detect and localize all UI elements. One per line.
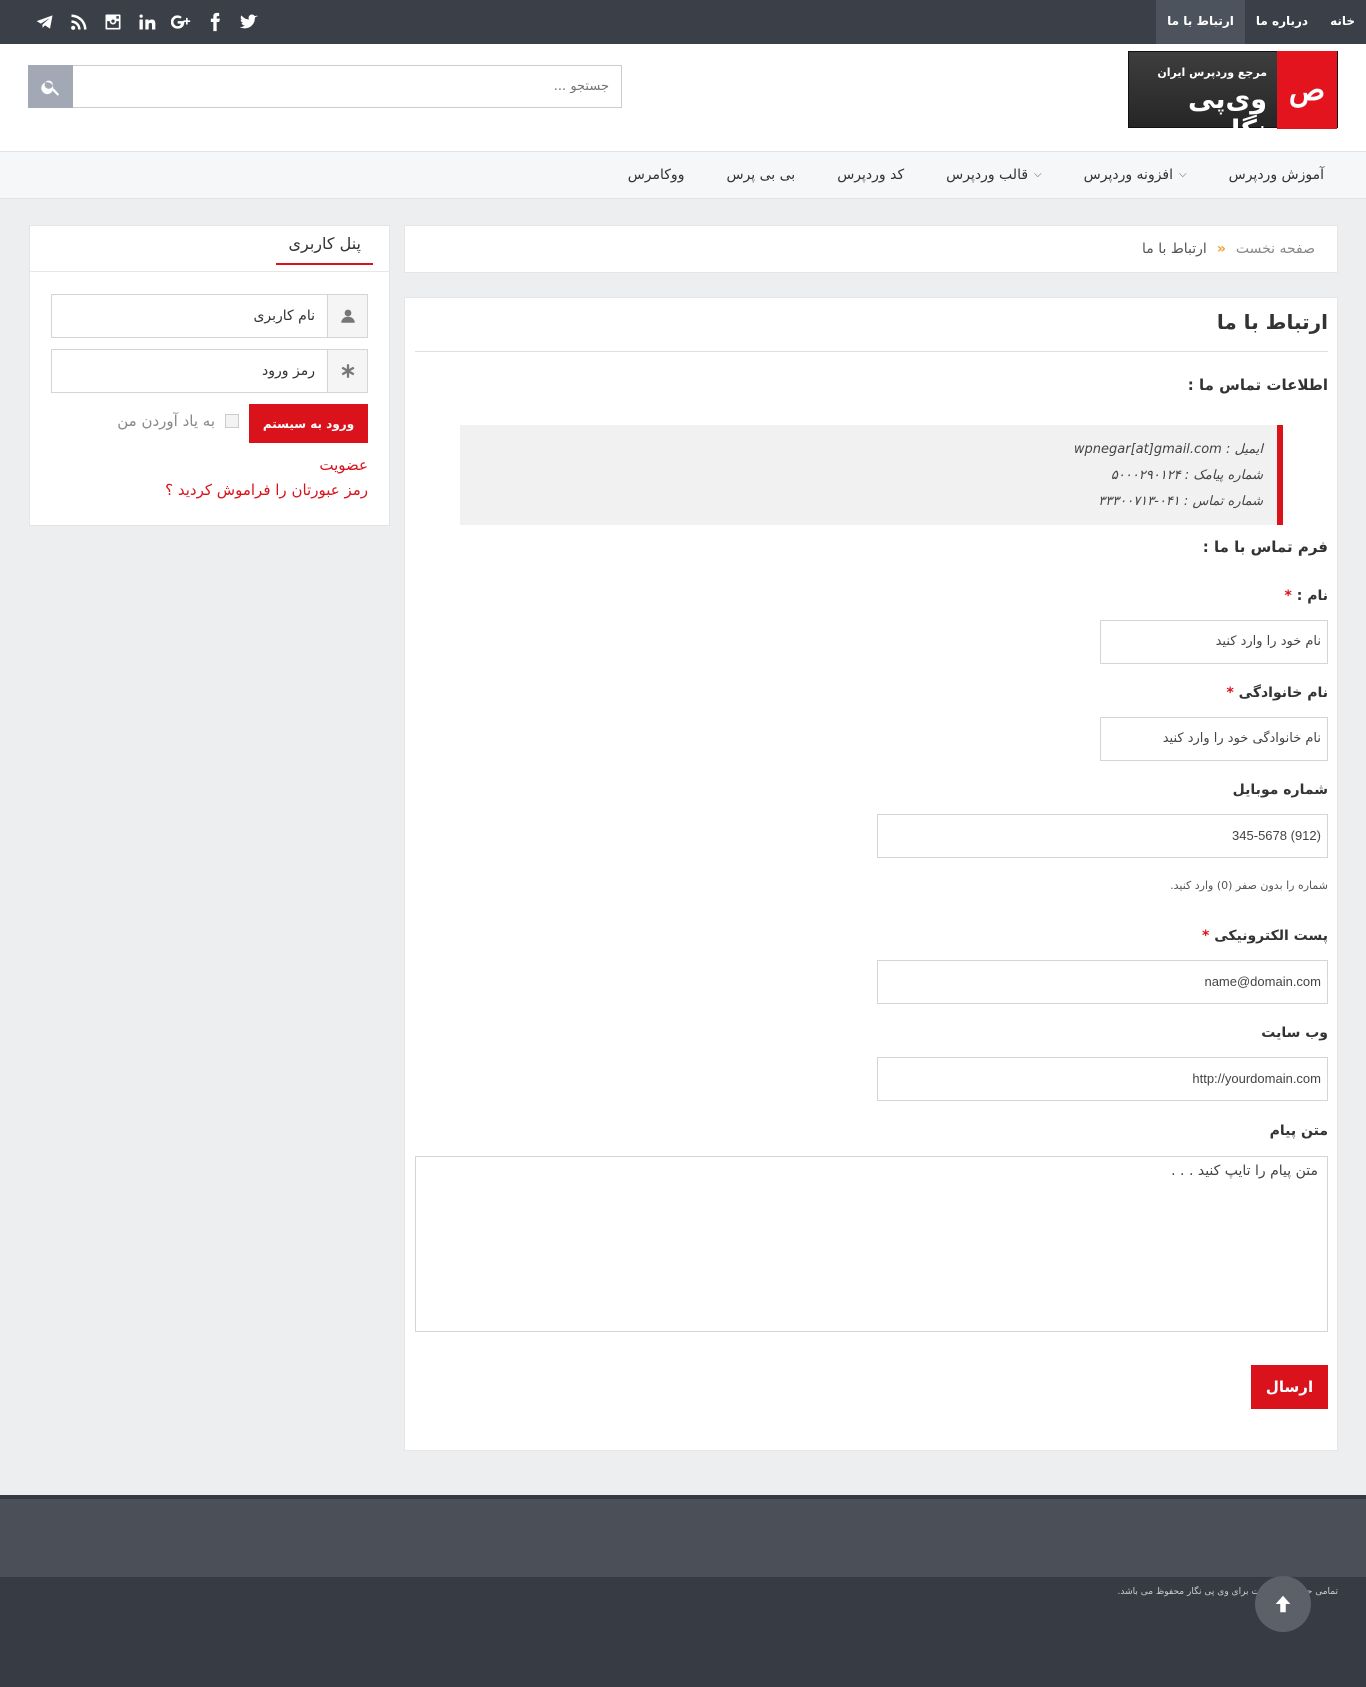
google-plus-icon[interactable]: [170, 11, 192, 33]
login-button[interactable]: ورود به سیستم: [249, 404, 368, 443]
page-title: ارتباط با ما: [1216, 310, 1328, 334]
social-links: [34, 11, 260, 33]
mobile-label: شماره موبایل: [1232, 782, 1328, 798]
top-bar: خانه درباره ما ارتباط با ما: [0, 0, 1366, 44]
last-name-label-text: نام خانوادگی: [1238, 685, 1328, 701]
instagram-icon[interactable]: [102, 11, 124, 33]
contact-email: ایمیل : wpnegar[at]gmail.com: [1073, 442, 1263, 457]
first-name-label: نام : *: [1285, 588, 1328, 604]
user-panel-header: پنل کاربری: [30, 226, 389, 272]
website-input[interactable]: http://yourdomain.com: [877, 1057, 1328, 1101]
arrow-up-icon: [1275, 1595, 1291, 1613]
forgot-password-link[interactable]: رمز عبورتان را فراموش کردید ؟: [165, 481, 368, 499]
contact-sms: شماره پیامک : ۵۰۰۰۲۹۰۱۲۴: [1110, 468, 1263, 483]
logo-name: وی‌پی نگار: [1188, 84, 1267, 146]
contact-form-heading: فرم تماس با ما :: [1202, 538, 1328, 556]
message-label: متن پیام: [1269, 1123, 1328, 1139]
mobile-input[interactable]: (912) 345-5678: [877, 814, 1328, 858]
last-name-input[interactable]: نام خانوادگی خود را وارد کنید: [1100, 717, 1328, 761]
password-field[interactable]: رمز ورود: [51, 349, 368, 393]
nav-item-woocommerce[interactable]: ووکامرس: [607, 152, 706, 198]
required-mark: *: [1201, 928, 1210, 944]
top-nav-about[interactable]: درباره ما: [1245, 0, 1319, 44]
breadcrumb-home[interactable]: صفحه نخست: [1236, 241, 1315, 257]
top-nav: خانه درباره ما ارتباط با ما: [1156, 0, 1366, 44]
chevron-down-icon: ⌵: [1034, 169, 1042, 180]
footer-widgets: [0, 1495, 1366, 1577]
facebook-icon[interactable]: [204, 11, 226, 33]
back-to-top-button[interactable]: [1255, 1576, 1311, 1632]
nav-item-plugins[interactable]: افزونه وردپرس ⌵: [1063, 152, 1208, 198]
message-textarea[interactable]: متن پیام را تایپ کنید . . .: [415, 1156, 1328, 1332]
user-panel-title: پنل کاربری: [276, 234, 373, 265]
logo-tagline: مرجع وردپرس ایران: [1157, 66, 1267, 79]
footer-bottom: تمامی حقوق این سایت برای وی پی نگار محفو…: [0, 1577, 1366, 1687]
first-name-label-text: نام :: [1296, 588, 1328, 604]
nav-item-bbpress[interactable]: بی بی پرس: [705, 152, 816, 198]
remember-checkbox[interactable]: [225, 414, 239, 428]
linkedin-icon[interactable]: [136, 11, 158, 33]
main-nav: آموزش وردپرس افزونه وردپرس ⌵ قالب وردپرس ⌵…: [0, 151, 1366, 199]
top-nav-contact[interactable]: ارتباط با ما: [1156, 0, 1245, 44]
logo-mark: ص: [1277, 51, 1337, 129]
title-divider: [415, 351, 1328, 352]
send-button[interactable]: ارسال: [1251, 1365, 1328, 1409]
remember-me: به یاد آوردن من: [117, 412, 239, 430]
website-label: وب سایت: [1261, 1025, 1328, 1041]
contact-content: ارتباط با ما اطلاعات تماس ما : ایمیل : w…: [404, 297, 1338, 1451]
breadcrumb: صفحه نخست » ارتباط با ما: [404, 225, 1338, 273]
email-input[interactable]: name@domain.com: [877, 960, 1328, 1004]
last-name-label: نام خانوادگی *: [1226, 685, 1328, 701]
contact-info-box: ایمیل : wpnegar[at]gmail.com شماره پیامک…: [460, 425, 1283, 525]
asterisk-icon: [327, 350, 367, 392]
email-label-text: پست الکترونیکی: [1214, 928, 1328, 944]
nav-item-label: بی بی پرس: [726, 167, 796, 183]
search-input[interactable]: [73, 65, 622, 108]
telegram-icon[interactable]: [34, 11, 56, 33]
nav-item-label: افزونه وردپرس: [1083, 167, 1174, 183]
user-icon: [327, 295, 367, 337]
mobile-hint: شماره را بدون صفر (0) وارد کنید.: [1170, 879, 1328, 892]
password-placeholder: رمز ورود: [262, 363, 315, 379]
contact-info-heading: اطلاعات تماس ما :: [1187, 376, 1328, 394]
nav-item-label: ووکامرس: [627, 167, 685, 183]
user-panel: پنل کاربری نام کاربری رمز ورود ورود به س…: [29, 225, 390, 526]
search-form: [28, 65, 622, 108]
remember-label: به یاد آوردن من: [117, 412, 215, 430]
register-link[interactable]: عضویت: [319, 456, 368, 474]
nav-item-label: آموزش وردپرس: [1228, 167, 1324, 183]
search-button[interactable]: [28, 65, 73, 108]
contact-phone: شماره تماس : ۰۴۱-۳۳۳۰۰۷۱۳: [1098, 494, 1263, 509]
required-mark: *: [1226, 685, 1234, 701]
top-nav-home[interactable]: خانه: [1319, 0, 1366, 44]
nav-item-themes[interactable]: قالب وردپرس ⌵: [925, 152, 1062, 198]
first-name-input[interactable]: نام خود را وارد کنید: [1100, 620, 1328, 664]
site-logo[interactable]: ص مرجع وردپرس ایران وی‌پی نگار: [1128, 51, 1338, 146]
chevron-down-icon: ⌵: [1179, 169, 1187, 180]
username-placeholder: نام کاربری: [253, 308, 315, 324]
email-label: پست الکترونیکی *: [1202, 928, 1328, 944]
nav-item-code[interactable]: کد وردپرس: [816, 152, 925, 198]
required-mark: *: [1284, 588, 1292, 604]
rss-icon[interactable]: [68, 11, 90, 33]
twitter-icon[interactable]: [238, 11, 260, 33]
site-header: ص مرجع وردپرس ایران وی‌پی نگار: [0, 44, 1366, 151]
search-icon: [40, 80, 59, 96]
breadcrumb-separator: »: [1216, 241, 1226, 257]
username-field[interactable]: نام کاربری: [51, 294, 368, 338]
nav-item-label: کد وردپرس: [837, 167, 905, 183]
nav-item-wordpress-tutorials[interactable]: آموزش وردپرس: [1208, 152, 1345, 198]
breadcrumb-current: ارتباط با ما: [1142, 241, 1207, 257]
nav-item-label: قالب وردپرس: [946, 167, 1029, 183]
